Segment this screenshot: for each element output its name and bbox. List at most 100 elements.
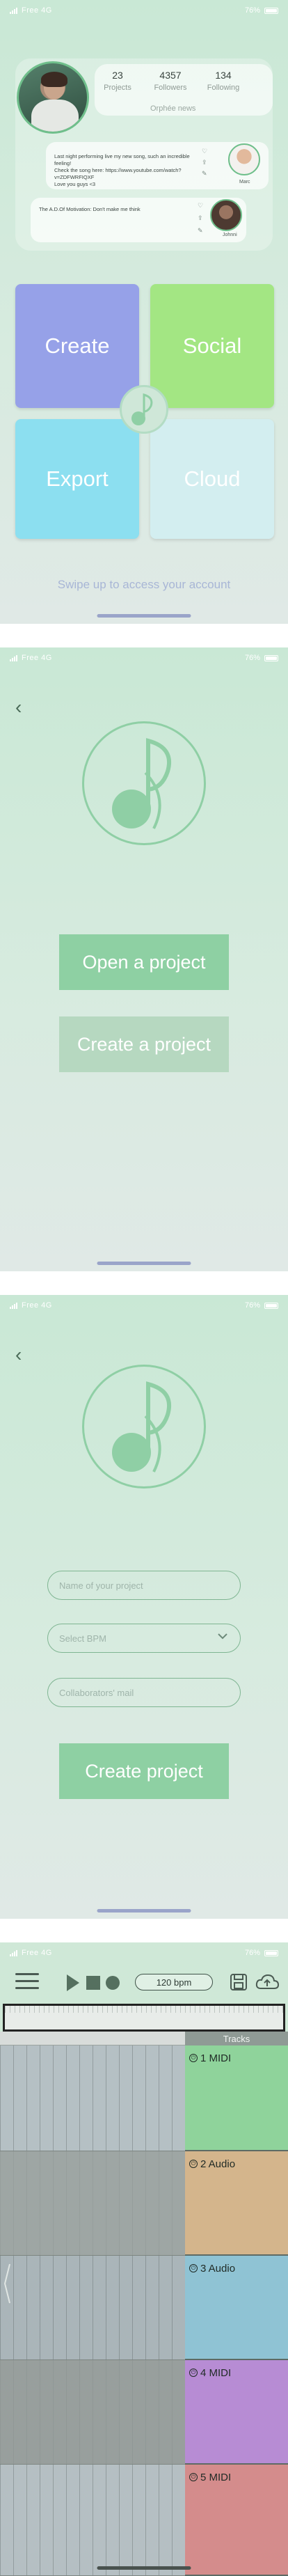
arrangement-overview[interactable] <box>3 2004 285 2032</box>
home-indicator[interactable] <box>97 1909 191 1913</box>
track-power-icon[interactable]: ⏻ <box>189 2160 198 2168</box>
battery-percent: 76% <box>244 654 260 662</box>
create-project-submit-button[interactable]: Create project <box>59 1743 229 1799</box>
battery-icon <box>264 7 278 14</box>
track-power-icon[interactable]: ⏻ <box>189 2473 198 2481</box>
cloud-upload-icon[interactable] <box>255 1973 280 1991</box>
status-bar: Free 4G 76% <box>0 647 288 668</box>
post-text: Last night performing live my new song, … <box>54 153 193 188</box>
status-bar: Free 4G 76% <box>0 1295 288 1316</box>
back-chevron-icon[interactable]: ‹ <box>15 696 22 718</box>
social-tile[interactable]: Social <box>150 284 274 408</box>
app-logo-badge[interactable] <box>120 385 168 434</box>
cloud-tile[interactable]: Cloud <box>150 419 274 539</box>
post-author: Johnni <box>223 233 237 237</box>
carrier-label: Free 4G <box>22 1301 52 1310</box>
battery-percent: 76% <box>244 1301 260 1310</box>
post-line: Check the song here: https://www.youtube… <box>54 167 182 173</box>
news-post[interactable]: The A.D.Of Motivation: Don't make me thi… <box>31 198 246 242</box>
track-header-3[interactable]: ⏻ 3 Audio <box>185 2256 288 2360</box>
battery-percent: 76% <box>244 1949 260 1957</box>
news-post[interactable]: Last night performing live my new song, … <box>46 142 269 189</box>
stat-projects[interactable]: 23 Projects <box>93 70 142 92</box>
daw-screen: Free 4G 76% 120 bpm Tracks ⏻ 1 MIDI ⏻ 2 … <box>0 1942 288 2576</box>
heart-icon[interactable]: ♡ <box>198 202 203 210</box>
user-avatar[interactable] <box>17 61 89 134</box>
track-name: 3 Audio <box>200 2263 236 2275</box>
post-author-avatar[interactable] <box>210 199 242 231</box>
heart-icon[interactable]: ♡ <box>202 148 207 155</box>
music-note-icon <box>112 738 172 829</box>
chevron-down-icon <box>218 1633 227 1640</box>
track-lane[interactable] <box>0 2360 185 2465</box>
create-tile[interactable]: Create <box>15 284 139 408</box>
open-project-button[interactable]: Open a project <box>59 934 229 990</box>
battery-icon <box>264 1949 278 1956</box>
project-name-input[interactable]: Name of your project <box>47 1571 241 1600</box>
stat-following[interactable]: 134 Following <box>199 70 248 92</box>
stat-followers[interactable]: 4357 Followers <box>146 70 195 92</box>
stat-following-label: Following <box>207 84 240 92</box>
bpm-select-placeholder: Select BPM <box>59 1633 106 1644</box>
comment-icon[interactable]: ✎ <box>202 170 207 178</box>
stat-projects-value: 23 <box>112 70 123 81</box>
track-lane[interactable] <box>0 2151 185 2256</box>
menu-icon[interactable] <box>15 1973 39 1993</box>
battery-percent: 76% <box>244 6 260 15</box>
timeline-ruler[interactable] <box>0 2032 185 2045</box>
track-lane[interactable] <box>0 2465 185 2576</box>
stop-icon[interactable] <box>86 1976 100 1990</box>
news-title: Orphée news <box>150 104 196 113</box>
record-icon[interactable] <box>106 1976 120 1990</box>
post-text: The A.D.Of Motivation: Don't make me thi… <box>39 206 178 213</box>
track-header-4[interactable]: ⏻ 4 MIDI <box>185 2360 288 2465</box>
screen-gap <box>0 1271 288 1295</box>
track-lane[interactable] <box>0 2045 185 2151</box>
track-header-1[interactable]: ⏻ 1 MIDI <box>185 2045 288 2151</box>
save-icon[interactable] <box>230 1973 248 1991</box>
home-indicator[interactable] <box>97 2566 191 2570</box>
signal-icon <box>10 1302 17 1309</box>
create-project-screen: Free 4G 76% ‹ Name of your project Selec… <box>0 1295 288 1919</box>
carrier-label: Free 4G <box>22 654 52 662</box>
track-name: 2 Audio <box>200 2158 236 2170</box>
post-line: The A.D.Of Motivation: Don't make me thi… <box>39 206 141 212</box>
stat-projects-label: Projects <box>104 84 131 92</box>
home-indicator[interactable] <box>97 1262 191 1265</box>
tracks-header: Tracks <box>185 2032 288 2045</box>
track-lane[interactable] <box>0 2256 185 2360</box>
home-indicator[interactable] <box>97 614 191 618</box>
share-icon[interactable]: ⇪ <box>202 159 207 166</box>
export-tile[interactable]: Export <box>15 419 139 539</box>
app-logo <box>82 721 206 845</box>
status-bar: Free 4G 76% <box>0 0 288 21</box>
collaborators-mail-input[interactable]: Collaborators' mail <box>47 1678 241 1707</box>
track-header-2[interactable]: ⏻ 2 Audio <box>185 2151 288 2256</box>
panel-handle-icon[interactable] <box>3 2263 11 2304</box>
dashboard-screen: Free 4G 76% 23 Projects 4357 Followers 1… <box>0 0 288 624</box>
track-name: 5 MIDI <box>200 2472 232 2483</box>
share-icon[interactable]: ⇪ <box>198 214 203 222</box>
stat-followers-value: 4357 <box>159 70 182 81</box>
track-power-icon[interactable]: ⏻ <box>189 2054 198 2062</box>
stat-following-value: 134 <box>215 70 232 81</box>
create-project-button[interactable]: Create a project <box>59 1016 229 1072</box>
post-author-avatar[interactable] <box>228 143 260 175</box>
play-icon[interactable] <box>67 1974 79 1991</box>
post-line: v=ZDFWRFIQXF <box>54 174 95 180</box>
post-line: Last night performing live my new song, … <box>54 153 190 166</box>
swipe-hint[interactable]: Swipe up to access your account <box>0 578 288 592</box>
track-power-icon[interactable]: ⏻ <box>189 2369 198 2377</box>
screen-gap <box>0 1919 288 1942</box>
track-power-icon[interactable]: ⏻ <box>189 2264 198 2272</box>
music-note-icon <box>112 1381 172 1472</box>
comment-icon[interactable]: ✎ <box>198 227 203 235</box>
track-name: 4 MIDI <box>200 2367 232 2379</box>
bpm-select[interactable]: Select BPM <box>47 1624 241 1653</box>
track-header-5[interactable]: ⏻ 5 MIDI <box>185 2465 288 2576</box>
back-chevron-icon[interactable]: ‹ <box>15 1344 22 1366</box>
signal-icon <box>10 1949 17 1956</box>
music-note-icon <box>131 393 153 425</box>
signal-icon <box>10 654 17 661</box>
bpm-display[interactable]: 120 bpm <box>135 1974 213 1990</box>
